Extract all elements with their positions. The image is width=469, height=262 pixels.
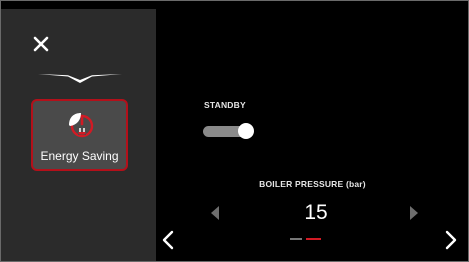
toggle-knob — [238, 123, 254, 139]
energy-saving-mode-button[interactable]: Energy Saving — [31, 99, 128, 171]
standby-label: STANDBY — [204, 100, 246, 110]
page-dot-2-active — [306, 238, 321, 240]
brand-swoosh-divider — [38, 74, 122, 83]
close-icon — [33, 36, 49, 52]
pressure-increase-icon[interactable] — [410, 206, 418, 220]
boiler-pressure-label: BOILER PRESSURE (bar) — [259, 179, 366, 189]
boiler-pressure-value: 15 — [304, 201, 328, 224]
chevron-right-icon[interactable] — [445, 230, 457, 250]
standby-toggle[interactable] — [203, 122, 254, 140]
page-indicator — [290, 238, 322, 241]
close-button[interactable] — [31, 34, 51, 54]
pressure-decrease-icon[interactable] — [211, 206, 219, 220]
chevron-left-icon[interactable] — [162, 230, 174, 250]
leaf-power-icon — [69, 113, 94, 138]
energy-saving-label: Energy Saving — [40, 149, 119, 163]
page-dot-1 — [290, 238, 302, 240]
